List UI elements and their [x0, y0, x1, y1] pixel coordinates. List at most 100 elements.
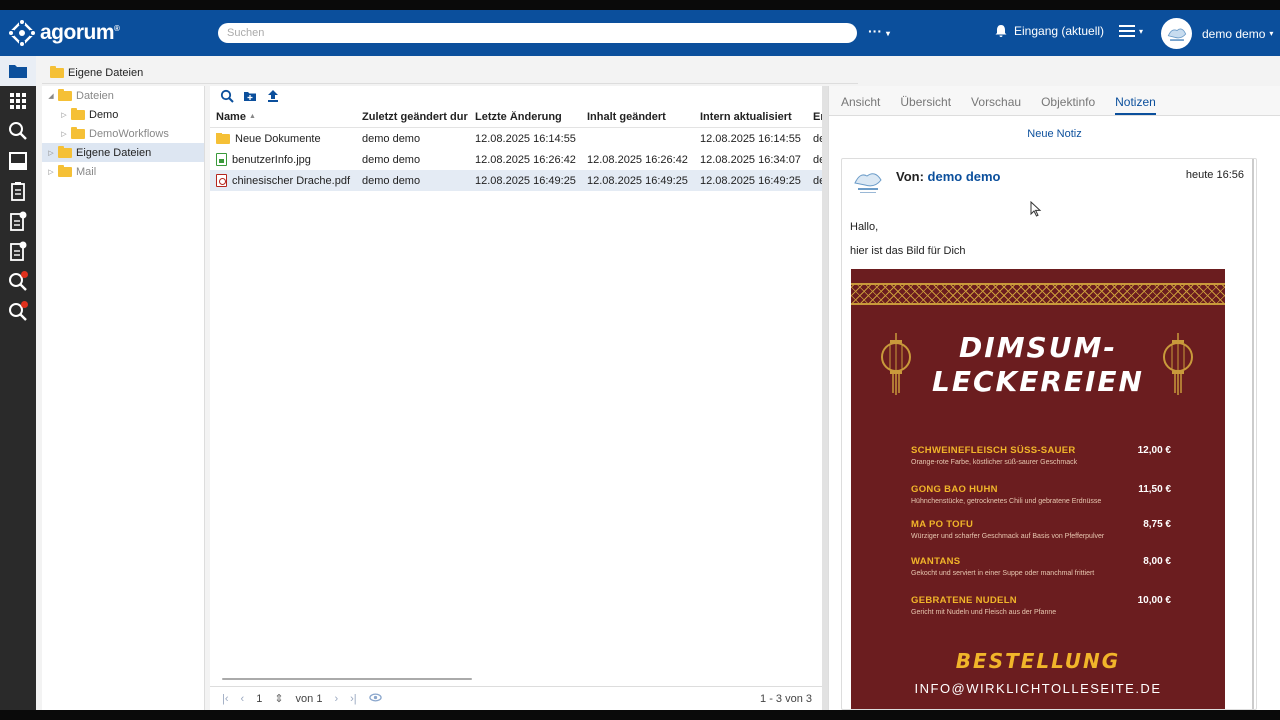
table-row[interactable]: Neue Dokumente demo demo 12.08.2025 16:1… [210, 128, 822, 149]
folder-icon [58, 88, 72, 101]
folder-icon [71, 126, 85, 139]
search-icon [9, 122, 27, 140]
page-stepper-icon[interactable]: ⇕ [274, 692, 283, 705]
nav-documents-add[interactable] [0, 206, 36, 236]
next-page-icon[interactable]: › [334, 693, 338, 705]
user-menu[interactable]: demo demo ▾ [1161, 18, 1273, 49]
breadcrumb-item[interactable]: Eigene Dateien [68, 67, 143, 79]
company-logo-icon [854, 173, 882, 193]
tab-ansicht[interactable]: Ansicht [841, 95, 880, 115]
brand-logo[interactable]: agorum® [8, 19, 208, 47]
upload-icon[interactable] [266, 89, 280, 103]
expand-icon[interactable]: ▷ [46, 149, 56, 157]
image-file-icon [216, 153, 227, 166]
nav-files[interactable] [0, 56, 36, 86]
tree-item-demo[interactable]: ▷ Demo [42, 105, 204, 124]
tab-vorschau[interactable]: Vorschau [971, 95, 1021, 115]
agorum-logo-icon [8, 19, 36, 47]
notification-dot [21, 271, 28, 278]
horizontal-scrollbar[interactable] [222, 678, 472, 680]
note-timestamp: heute 16:56 [1185, 169, 1244, 181]
folder-icon [216, 132, 230, 144]
menu-title: DIMSUM- LECKEREIEN [931, 331, 1144, 398]
note-text-line: hier ist das Bild für Dich [850, 245, 966, 257]
column-header-last-change[interactable]: Letzte Änderung [469, 111, 581, 123]
menu-dish: MA PO TOFU Würziger und scharfer Geschmac… [911, 519, 1171, 540]
column-header-internal-updated[interactable]: Intern aktualisiert [694, 111, 807, 123]
tree-item-eigene-dateien[interactable]: ▷ Eigene Dateien [42, 143, 204, 162]
nav-saved-search-1[interactable] [0, 266, 36, 296]
result-count: 1 - 3 von 3 [760, 692, 812, 705]
column-header-changed-by[interactable]: Zuletzt geändert dur [356, 111, 469, 123]
column-header-content-changed[interactable]: Inhalt geändert [581, 111, 694, 123]
search-input[interactable] [218, 23, 857, 43]
tree-item-demoworkflows[interactable]: ▷ DemoWorkflows [42, 124, 204, 143]
grid-icon [10, 93, 26, 109]
new-note-link[interactable]: Neue Notiz [829, 128, 1280, 140]
nav-tasks[interactable] [0, 176, 36, 206]
eye-icon-svg [368, 693, 382, 701]
page-total: von 1 [295, 692, 323, 705]
page-number-input[interactable]: 1 [256, 693, 262, 705]
inbox-button[interactable]: Eingang (aktuell) [994, 24, 1104, 38]
table-row[interactable]: benutzerInfo.jpg demo demo 12.08.2025 16… [210, 149, 822, 170]
bell-icon [995, 25, 1007, 37]
tab-uebersicht[interactable]: Übersicht [900, 95, 951, 115]
search-icon[interactable] [220, 89, 234, 103]
window-bottom-edge [0, 710, 1280, 720]
lattice-border [851, 283, 1225, 305]
column-header-created[interactable]: Ers [807, 111, 822, 123]
eye-icon[interactable] [368, 691, 382, 707]
new-folder-icon[interactable] [243, 89, 257, 103]
folder-icon [71, 107, 85, 120]
nav-apps[interactable] [0, 86, 36, 116]
prev-page-icon[interactable]: ‹ [241, 693, 245, 705]
file-list-pane: Name ▲ Zuletzt geändert dur Letzte Änderu… [210, 86, 822, 710]
pagination-bar: |‹ ‹ 1 ⇕ von 1 › ›| 1 - 3 von 3 [210, 686, 822, 710]
menu-dish: GEBRATENE NUDELN Gericht mit Nudeln und F… [911, 595, 1171, 616]
file-toolbar [210, 86, 822, 106]
note-text-line: Hallo, [850, 221, 879, 233]
tree-item-dateien[interactable]: ◢ Dateien [42, 86, 204, 105]
tab-notizen[interactable]: Notizen [1115, 95, 1156, 115]
folder-icon [58, 164, 72, 177]
note-author: Von: demo demo [896, 169, 1001, 184]
sort-asc-icon: ▲ [248, 113, 256, 120]
order-email: INFO@WIRKLICHTOLLESEITE.DE [914, 681, 1162, 696]
nav-documents-new[interactable] [0, 236, 36, 266]
document-plus-icon [10, 211, 27, 231]
inbox-tray-icon [9, 152, 27, 170]
detail-pane: Ansicht Übersicht Vorschau Objektinfo No… [828, 86, 1280, 710]
folder-icon [58, 145, 72, 158]
column-header-name[interactable]: Name ▲ [210, 111, 356, 123]
brand-name: agorum® [40, 21, 120, 44]
document-plus-icon [10, 241, 27, 261]
nav-search[interactable] [0, 116, 36, 146]
note-scrollbar[interactable] [1252, 159, 1254, 709]
expand-icon[interactable]: ▷ [46, 168, 56, 176]
hamburger-icon [1119, 25, 1135, 37]
folder-icon [50, 65, 64, 78]
table-row[interactable]: chinesischer Drache.pdf demo demo 12.08.… [210, 170, 822, 191]
first-page-icon[interactable]: |‹ [222, 693, 229, 705]
last-page-icon[interactable]: ›| [350, 693, 357, 705]
more-menu-button[interactable]: ··· ▾ [868, 23, 890, 39]
clipboard-icon [11, 182, 25, 201]
expand-icon[interactable]: ▷ [59, 111, 69, 119]
mouse-cursor-icon [1030, 201, 1042, 217]
menu-dish: SCHWEINEFLEISCH SÜSS-SAUER Orange-rote Fa… [911, 445, 1171, 466]
nav-inbox[interactable] [0, 146, 36, 176]
tab-objektinfo[interactable]: Objektinfo [1041, 95, 1095, 115]
tree-item-mail[interactable]: ▷ Mail [42, 162, 204, 181]
folder-tree: ◢ Dateien ▷ Demo ▷ DemoWorkflows ▷ Eigen… [42, 86, 205, 710]
breadcrumb: Eigene Dateien [42, 62, 858, 84]
side-navigation [0, 56, 36, 710]
expand-icon[interactable]: ▷ [59, 130, 69, 138]
note-avatar [850, 167, 886, 197]
nav-saved-search-2[interactable] [0, 296, 36, 326]
order-title: BESTELLUNG [955, 649, 1121, 673]
hamburger-menu-button[interactable]: ▾ [1119, 25, 1143, 37]
window-top-edge [0, 0, 1280, 10]
notification-dot [21, 301, 28, 308]
collapse-icon[interactable]: ◢ [46, 92, 56, 100]
